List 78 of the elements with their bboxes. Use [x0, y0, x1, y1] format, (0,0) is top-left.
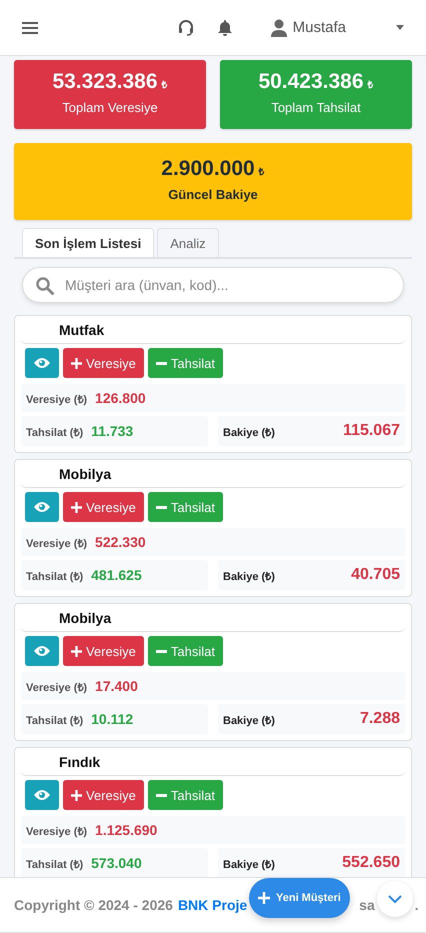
collect-button[interactable]: Tahsilat — [148, 348, 223, 378]
customer-name[interactable]: Fındık — [21, 748, 405, 776]
eye-icon — [34, 357, 50, 369]
collect-button[interactable]: Tahsilat — [148, 492, 223, 522]
new-customer-button[interactable]: Yeni Müşteri — [249, 878, 350, 918]
stat-value: 10.112 — [91, 711, 134, 727]
footer-text: . — [414, 897, 419, 913]
menu-icon[interactable] — [22, 20, 38, 34]
stat-label: Bakiye (₺) — [223, 858, 275, 870]
stat-value: 481.625 — [91, 567, 142, 583]
view-button[interactable] — [25, 636, 59, 666]
stat-value: 1.125.690 — [95, 822, 158, 838]
stat-label: Tahsilat (₺) — [26, 426, 84, 438]
eye-icon — [34, 789, 50, 801]
minus-icon — [156, 506, 167, 508]
stat-label: Veresiye (₺) — [26, 392, 88, 406]
currency-sign: ₺ — [368, 80, 374, 91]
footer-text: sa — [359, 897, 375, 913]
summary-label: Güncel Bakiye — [167, 187, 259, 202]
eye-icon — [34, 501, 50, 513]
plus-icon — [258, 892, 270, 904]
plus-icon — [71, 358, 82, 368]
user-icon — [270, 18, 287, 36]
headset-icon[interactable] — [176, 18, 195, 36]
minus-icon — [156, 650, 167, 652]
eye-icon — [34, 645, 50, 657]
stat-value: 40.705 — [351, 566, 400, 584]
bell-icon[interactable] — [216, 18, 233, 36]
currency-sign: ₺ — [162, 80, 168, 91]
summary-label: Toplam Veresiye — [61, 100, 159, 115]
stat-label: Bakiye (₺) — [223, 714, 275, 726]
view-button[interactable] — [25, 348, 59, 378]
stat-label: Bakiye (₺) — [223, 570, 275, 582]
plus-icon — [71, 790, 82, 800]
footer-link[interactable]: BNK Proje — [178, 897, 248, 913]
add-credit-button[interactable]: Veresiye — [63, 780, 144, 810]
user-name[interactable]: Mustafa — [292, 19, 346, 36]
stat-label: Veresiye (₺) — [26, 536, 88, 550]
add-credit-button[interactable]: Veresiye — [63, 348, 144, 378]
summary-amount: 2.900.000 — [161, 157, 255, 180]
stat-label: Veresiye (₺) — [26, 824, 88, 838]
summary-label: Toplam Tahsilat — [270, 100, 362, 115]
collect-button[interactable]: Tahsilat — [148, 636, 223, 666]
minus-icon — [156, 362, 167, 364]
customer-name[interactable]: Mobilya — [21, 604, 405, 632]
customer-name[interactable]: Mutfak — [21, 316, 405, 344]
plus-icon — [71, 502, 82, 512]
search-field[interactable]: Müşteri ara (ünvan, kod)... — [22, 267, 404, 303]
summary-amount: 53.323.386 — [52, 70, 158, 93]
plus-icon — [71, 646, 82, 656]
stat-label: Veresiye (₺) — [26, 680, 88, 694]
tab[interactable]: Analiz — [157, 228, 219, 257]
stat-value: 522.330 — [95, 534, 146, 550]
scroll-down-button[interactable] — [377, 881, 413, 917]
stat-label: Bakiye (₺) — [223, 426, 275, 438]
add-credit-button[interactable]: Veresiye — [63, 492, 144, 522]
view-button[interactable] — [25, 780, 59, 810]
stat-value: 115.067 — [343, 422, 400, 440]
customer-name[interactable]: Mobilya — [21, 460, 405, 488]
view-button[interactable] — [25, 492, 59, 522]
chevron-down-icon — [388, 895, 402, 903]
tab[interactable]: Son İşlem Listesi — [22, 228, 154, 257]
add-credit-button[interactable]: Veresiye — [63, 636, 144, 666]
stat-label: Tahsilat (₺) — [26, 570, 84, 582]
stat-value: 552.650 — [342, 854, 400, 872]
stat-value: 7.288 — [360, 710, 400, 728]
stat-label: Tahsilat (₺) — [26, 858, 84, 870]
currency-sign: ₺ — [258, 167, 265, 178]
stat-label: Tahsilat (₺) — [26, 714, 84, 726]
collect-button[interactable]: Tahsilat — [148, 780, 223, 810]
minus-icon — [156, 794, 167, 796]
stat-value: 126.800 — [95, 390, 146, 406]
stat-value: 11.733 — [91, 423, 134, 439]
stat-value: 17.400 — [95, 678, 138, 694]
stat-value: 573.040 — [91, 855, 142, 871]
caret-icon[interactable] — [396, 25, 404, 30]
summary-amount: 50.423.386 — [258, 70, 364, 93]
copyright-text: Copyright © 2024 - 2026 — [14, 897, 173, 913]
